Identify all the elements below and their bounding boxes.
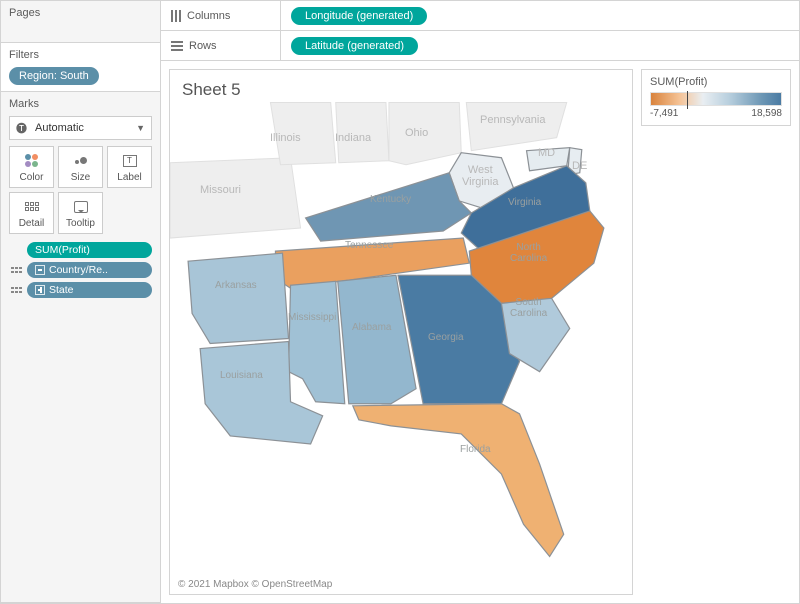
label-icon: T bbox=[123, 155, 137, 167]
detail-encoding-icon bbox=[9, 287, 23, 294]
filter-pill-region[interactable]: Region: South bbox=[9, 67, 99, 85]
legend-panel: SUM(Profit) -7,491 18,598 bbox=[641, 69, 791, 595]
collapse-icon[interactable] bbox=[35, 265, 45, 275]
color-encoding-icon bbox=[9, 246, 23, 255]
marks-type-dropdown[interactable]: 🅣 Automatic ▼ bbox=[9, 116, 152, 140]
columns-pill-longitude[interactable]: Longitude (generated) bbox=[291, 7, 427, 25]
detail-icon bbox=[25, 202, 39, 211]
marks-size-label: Size bbox=[71, 172, 90, 183]
rows-label: Rows bbox=[189, 40, 217, 52]
encoding-pill-country: Country/Re.. bbox=[49, 264, 108, 276]
marks-card: Marks 🅣 Automatic ▼ Color Size T bbox=[1, 92, 160, 603]
pages-title: Pages bbox=[9, 7, 152, 19]
encoding-pill-state: State bbox=[49, 284, 74, 296]
color-icon bbox=[25, 154, 38, 167]
encoding-row-color[interactable]: SUM(Profit) bbox=[9, 242, 152, 258]
marks-label-button[interactable]: T Label bbox=[107, 146, 152, 188]
map-attribution: © 2021 Mapbox © OpenStreetMap bbox=[170, 575, 632, 594]
visualization-panel: Sheet 5 bbox=[169, 69, 633, 595]
filters-title: Filters bbox=[9, 49, 152, 61]
encoding-pill-profit: SUM(Profit) bbox=[35, 244, 90, 256]
expand-icon[interactable] bbox=[35, 285, 45, 295]
main-area: Columns Longitude (generated) Rows Latit… bbox=[161, 1, 799, 603]
marks-color-label: Color bbox=[20, 172, 44, 183]
automatic-icon: 🅣 bbox=[16, 120, 27, 136]
columns-shelf: Columns Longitude (generated) bbox=[161, 1, 799, 31]
marks-tooltip-label: Tooltip bbox=[66, 218, 95, 229]
encoding-row-country[interactable]: Country/Re.. bbox=[9, 262, 152, 278]
rows-pill-latitude[interactable]: Latitude (generated) bbox=[291, 37, 418, 55]
sidebar: Pages Filters Region: South Marks 🅣 Auto… bbox=[1, 1, 161, 603]
marks-type-label: Automatic bbox=[35, 122, 84, 134]
marks-detail-button[interactable]: Detail bbox=[9, 192, 54, 234]
size-icon bbox=[75, 157, 87, 164]
rows-shelf: Rows Latitude (generated) bbox=[161, 31, 799, 61]
filters-card: Filters Region: South bbox=[1, 43, 160, 92]
legend-max: 18,598 bbox=[751, 108, 782, 119]
app-root: Pages Filters Region: South Marks 🅣 Auto… bbox=[0, 0, 800, 604]
marks-detail-label: Detail bbox=[19, 218, 45, 229]
legend-gradient[interactable] bbox=[650, 92, 782, 106]
marks-title: Marks bbox=[9, 98, 152, 110]
legend-title: SUM(Profit) bbox=[650, 76, 782, 88]
legend-min: -7,491 bbox=[650, 108, 678, 119]
pages-card: Pages bbox=[1, 1, 160, 43]
encoding-row-state[interactable]: State bbox=[9, 282, 152, 298]
tooltip-icon bbox=[74, 201, 88, 213]
columns-icon bbox=[171, 10, 181, 22]
sheet-title[interactable]: Sheet 5 bbox=[170, 70, 632, 102]
legend-zero-tick bbox=[687, 91, 688, 109]
marks-color-button[interactable]: Color bbox=[9, 146, 54, 188]
dropdown-caret-icon: ▼ bbox=[136, 123, 145, 133]
marks-label-label: Label bbox=[117, 172, 141, 183]
columns-label: Columns bbox=[187, 10, 230, 22]
map-canvas[interactable]: Illinois Indiana Ohio Pennsylvania Misso… bbox=[170, 102, 632, 575]
marks-size-button[interactable]: Size bbox=[58, 146, 103, 188]
marks-tooltip-button[interactable]: Tooltip bbox=[58, 192, 103, 234]
rows-icon bbox=[171, 41, 183, 51]
detail-encoding-icon bbox=[9, 267, 23, 274]
